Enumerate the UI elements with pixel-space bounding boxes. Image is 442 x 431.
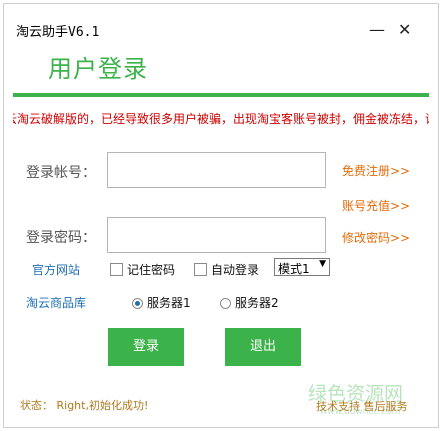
register-link[interactable]: 免费注册>> [342,162,410,179]
official-site-link[interactable]: 官方网站 [32,261,80,278]
login-button[interactable]: 登录 [108,328,184,366]
auto-login-checkbox[interactable]: 自动登录 [194,261,259,278]
store-link[interactable]: 淘云商品库 [26,294,86,311]
remember-password-checkbox[interactable]: 记住密码 [110,261,175,278]
scrolling-notice: 云淘云破解版的，已经导致很多用户被骗，出现淘宝客账号被封，佣金被冻结，请 [13,110,429,130]
support-links[interactable]: 技术支持 售后服务 [316,398,408,414]
password-label: 登录密码： [26,230,96,246]
radio-selected-icon[interactable] [132,298,143,309]
mode-select-value: 模式1 [278,262,310,276]
change-password-link[interactable]: 修改密码>> [342,229,410,246]
server1-label: 服务器1 [147,296,191,310]
checkbox-box[interactable] [110,263,123,276]
server2-radio[interactable]: 服务器2 [220,294,279,311]
exit-button[interactable]: 退出 [225,328,301,366]
status-text: 状态： Right,初始化成功! [20,399,149,412]
server1-radio[interactable]: 服务器1 [132,294,191,311]
remember-password-label: 记住密码 [127,263,176,277]
account-label: 登录帐号： [26,165,96,181]
window-title: 淘云助手V6.1 [16,25,100,40]
server2-label: 服务器2 [235,296,279,310]
header-divider [13,93,429,97]
radio-unselected-icon[interactable] [220,298,231,309]
auto-login-label: 自动登录 [211,263,260,277]
close-button[interactable]: ✕ [398,20,411,39]
mode-select[interactable]: 模式1 ▼ [274,258,330,276]
page-title: 用户登录 [48,55,148,83]
checkbox-box[interactable] [194,263,207,276]
minimize-button[interactable]: — [369,20,385,39]
recharge-link[interactable]: 账号充值>> [342,197,410,214]
chevron-down-icon: ▼ [319,259,326,269]
account-input[interactable] [107,152,326,188]
notice-text: 云淘云破解版的，已经导致很多用户被骗，出现淘宝客账号被封，佣金被冻结，请 [13,112,429,126]
password-input[interactable] [107,217,326,253]
